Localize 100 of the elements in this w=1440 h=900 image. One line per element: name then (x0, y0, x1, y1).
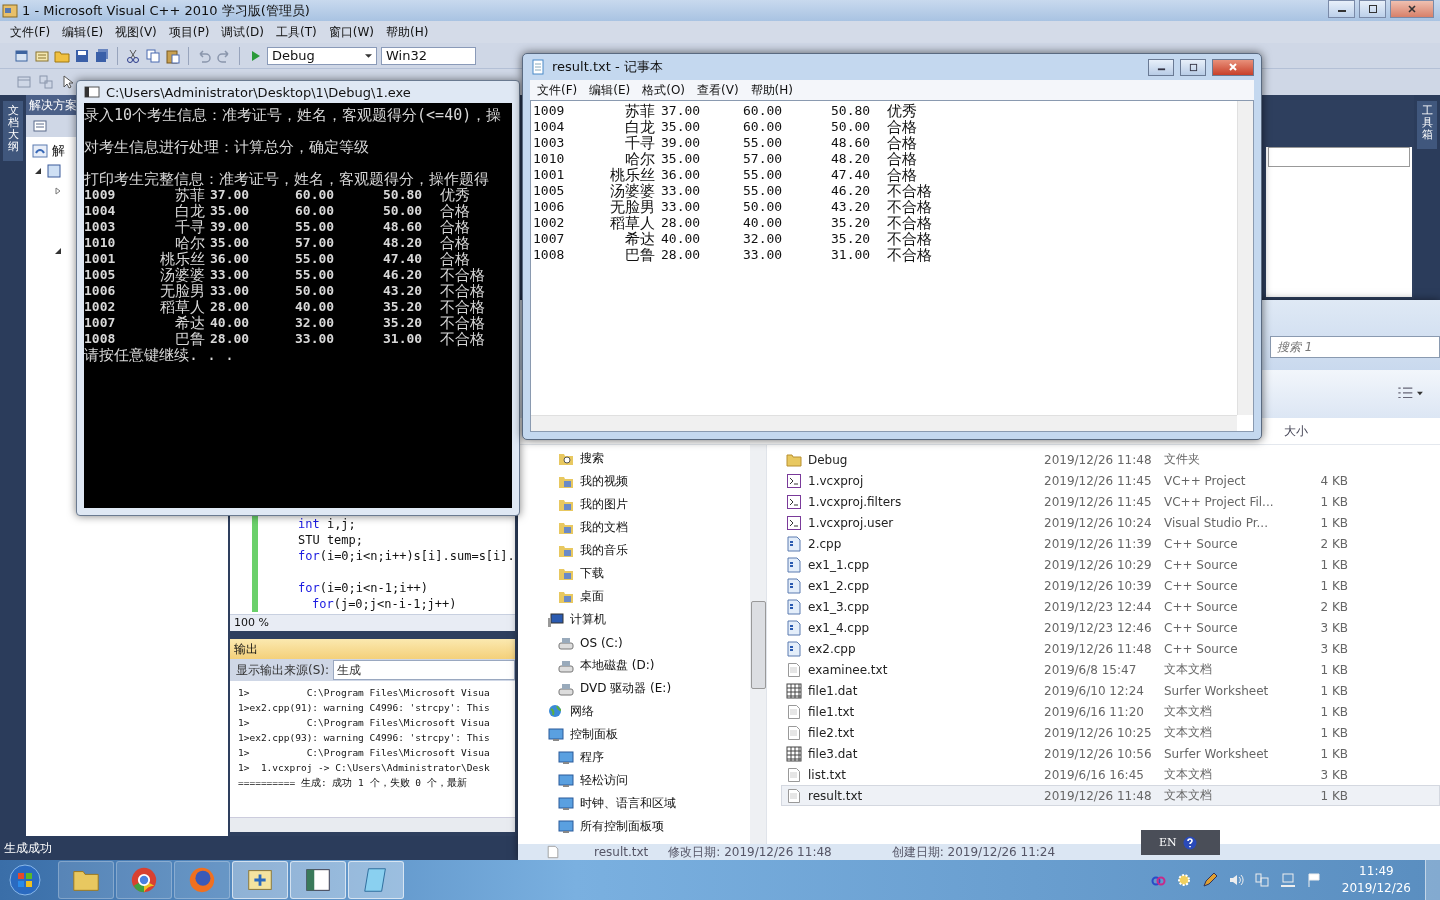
nav-item[interactable]: DVD 驱动器 (E:) (580, 680, 672, 697)
console-cell-text: 千寻 (174, 219, 205, 235)
nav-item[interactable]: 我的图片 (580, 496, 628, 513)
file-row[interactable]: file1.dat 2019/6/10 12:24 Surfer Worksheet 1 KB (781, 680, 1440, 701)
undo-icon[interactable] (196, 47, 212, 64)
save-all-icon[interactable] (94, 47, 110, 64)
nav-item[interactable]: 时钟、语言和区域 (580, 795, 676, 812)
collapse-icon[interactable] (54, 247, 62, 255)
taskbar-button[interactable] (232, 861, 288, 899)
file-row[interactable]: ex1_1.cpp 2019/12/26 10:29 C++ Source 1 KB (781, 554, 1440, 575)
nav-item[interactable]: 我的视频 (580, 473, 628, 490)
paste-icon[interactable] (165, 47, 181, 64)
volume-icon[interactable] (1227, 872, 1244, 888)
nav-item[interactable]: OS (C:) (580, 635, 623, 650)
menu-item[interactable]: 帮助(H) (745, 81, 798, 99)
object-dropdown[interactable] (1268, 147, 1410, 167)
file-row[interactable]: ex2.cpp 2019/12/26 11:48 C++ Source 3 KB (781, 638, 1440, 659)
redo-icon[interactable] (216, 47, 232, 64)
tree-item[interactable]: 解 (52, 142, 65, 160)
menu-item[interactable]: 窗口(W) (322, 23, 380, 41)
collapse-icon[interactable] (34, 167, 42, 175)
nav-item[interactable]: 下载 (580, 565, 604, 582)
gear-icon[interactable] (1175, 872, 1192, 888)
file-row[interactable]: 1.vcxproj.filters 2019/12/26 11:45 VC++ Project Fil... 1 KB (781, 491, 1440, 512)
text-area[interactable] (530, 100, 1254, 432)
taskbar-button[interactable] (116, 861, 172, 899)
file-row[interactable]: result.txt 2019/12/26 11:48 文本文档 1 KB (781, 785, 1440, 806)
cut-icon[interactable] (125, 47, 141, 64)
nav-item[interactable]: 本地磁盘 (D:) (580, 657, 655, 674)
taskbar-button[interactable] (174, 861, 230, 899)
file-row[interactable]: 1.vcxproj.user 2019/12/26 10:24 Visual Studio Pr... 1 KB (781, 512, 1440, 533)
file-row[interactable]: ex1_4.cpp 2019/12/23 12:46 C++ Source 3 KB (781, 617, 1440, 638)
document-outline-tab[interactable]: 文档大纲 (3, 101, 23, 162)
vertical-scrollbar[interactable] (750, 445, 766, 844)
network-icon[interactable] (1253, 872, 1270, 888)
nav-item[interactable]: 计算机 (570, 611, 606, 628)
properties-icon[interactable] (32, 118, 48, 134)
show-desktop-button[interactable] (1425, 860, 1440, 900)
configuration-dropdown[interactable]: Debug (267, 46, 377, 65)
taskbar-button[interactable] (290, 861, 346, 899)
menu-item[interactable]: 查看(V) (692, 81, 744, 99)
output-source-dropdown[interactable]: 生成 (333, 660, 515, 680)
menu-item[interactable]: 格式(O) (637, 81, 691, 99)
nav-item[interactable]: 桌面 (580, 588, 604, 605)
console-cell-text: 白龙 (174, 203, 205, 219)
language-indicator[interactable]: EN (1159, 836, 1177, 849)
horizontal-scrollbar[interactable] (531, 415, 1237, 431)
search-field[interactable]: 搜索 1 (1270, 336, 1440, 358)
nav-item[interactable]: 所有控制面板项 (580, 818, 664, 835)
file-row[interactable]: file2.txt 2019/12/26 10:25 文本文档 1 KB (781, 722, 1440, 743)
file-row[interactable]: file3.dat 2019/12/26 10:56 Surfer Worksheet 1 KB (781, 743, 1440, 764)
file-row[interactable]: ex1_3.cpp 2019/12/23 12:44 C++ Source 2 KB (781, 596, 1440, 617)
flag-icon[interactable] (1305, 872, 1322, 888)
nav-item[interactable]: 搜索 (580, 450, 604, 467)
nav-item[interactable]: 轻松访问 (580, 772, 628, 789)
file-row[interactable]: 2.cpp 2019/12/26 11:39 C++ Source 2 KB (781, 533, 1440, 554)
column-header[interactable]: 大小 (1284, 422, 1308, 440)
file-row[interactable]: ex1_2.cpp 2019/12/26 10:39 C++ Source 1 KB (781, 575, 1440, 596)
menu-item[interactable]: 编辑(E) (584, 81, 636, 99)
menu-item[interactable]: 文件(F) (4, 23, 57, 41)
maximize-button[interactable] (1180, 58, 1206, 76)
zoom-dropdown[interactable]: 100 % (230, 615, 290, 631)
new-project-icon[interactable] (14, 47, 30, 64)
file-row[interactable]: examinee.txt 2019/6/8 15:47 文本文档 1 KB (781, 659, 1440, 680)
file-row[interactable]: file1.txt 2019/6/16 11:20 文本文档 1 KB (781, 701, 1440, 722)
toolbar-icon[interactable] (38, 74, 54, 90)
copy-icon[interactable] (145, 47, 161, 64)
close-button[interactable] (1390, 0, 1434, 18)
menu-item[interactable]: 视图(V) (109, 23, 163, 41)
menu-item[interactable]: 工具(T) (270, 23, 323, 41)
file-row[interactable]: Debug 2019/12/26 11:48 文件夹 (781, 449, 1440, 470)
taskbar-button[interactable] (348, 861, 404, 899)
nav-item[interactable]: 我的音乐 (580, 542, 628, 559)
expand-icon[interactable] (54, 187, 62, 195)
platform-dropdown[interactable]: Win32 (381, 46, 476, 65)
view-options-icon[interactable] (1396, 387, 1424, 401)
horizontal-scrollbar[interactable] (230, 817, 515, 832)
minimize-button[interactable] (1328, 0, 1355, 18)
menu-item[interactable]: 调试(D) (215, 23, 270, 41)
vertical-scrollbar[interactable] (1237, 101, 1253, 415)
menu-item[interactable]: 项目(P) (162, 23, 216, 41)
maximize-button[interactable] (1359, 0, 1386, 18)
menu-item[interactable]: 文件(F) (532, 81, 583, 99)
help-icon[interactable] (1182, 835, 1197, 850)
close-button[interactable] (1212, 58, 1254, 76)
toolbar-icon[interactable] (16, 74, 32, 90)
file-row[interactable]: 1.vcxproj 2019/12/26 11:45 VC++ Project 4 KB (781, 470, 1440, 491)
menu-item[interactable]: 帮助(H) (379, 23, 435, 41)
nav-item[interactable]: 我的文档 (580, 519, 628, 536)
pencil-icon[interactable] (1201, 872, 1218, 888)
save-icon[interactable] (74, 47, 90, 64)
toolbox-tab[interactable]: 工具箱 (1417, 101, 1437, 150)
computer-icon[interactable] (1279, 872, 1296, 888)
nav-item[interactable]: 网络 (570, 703, 594, 720)
nav-item[interactable]: 控制面板 (570, 726, 618, 743)
file-row[interactable]: list.txt 2019/6/16 16:45 文本文档 3 KB (781, 764, 1440, 785)
menu-item[interactable]: 编辑(E) (56, 23, 110, 41)
scroll-thumb[interactable] (750, 600, 766, 689)
nav-item[interactable]: 程序 (580, 749, 604, 766)
pointer-icon[interactable] (60, 74, 76, 90)
